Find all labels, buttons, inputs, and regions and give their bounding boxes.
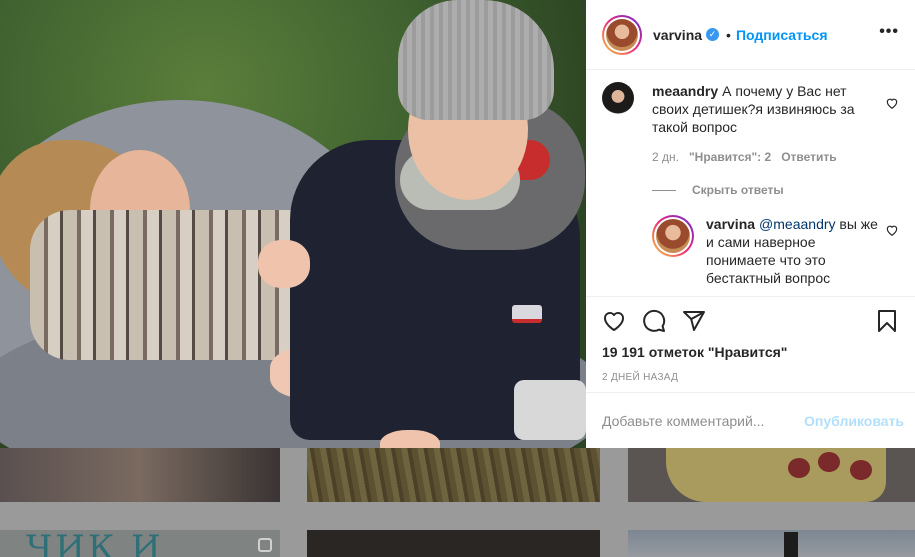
- comment-meta: 2 дн. "Нравится": 2 Ответить: [652, 150, 867, 164]
- post-date[interactable]: 2 ДНЕЙ НАЗАД: [586, 364, 915, 392]
- reply-button[interactable]: Ответить: [781, 150, 836, 164]
- berry-shape: [788, 458, 810, 478]
- small-heart-icon[interactable]: [885, 223, 899, 237]
- grid-post-1[interactable]: [0, 448, 280, 502]
- reply-mention[interactable]: @meaandry: [759, 216, 835, 232]
- hide-replies-label: Скрыть ответы: [692, 183, 784, 197]
- avatar-image: [606, 18, 638, 51]
- comment-text-block: meaandry А почему у Вас нет своих детишек…: [652, 82, 867, 136]
- grid-post-4[interactable]: ЧИК И: [0, 530, 280, 557]
- replies-divider-line: [652, 189, 676, 191]
- grid-post-2[interactable]: [307, 448, 600, 502]
- likes-count[interactable]: 19 191 отметок "Нравится": [586, 344, 915, 364]
- reply-username[interactable]: varvina: [706, 216, 755, 232]
- share-icon[interactable]: [682, 309, 706, 333]
- reply-item: varvina @meaandry вы же и сами наверное п…: [652, 215, 899, 287]
- carousel-icon: [258, 538, 272, 552]
- photo-child-hand-lower: [380, 430, 440, 448]
- reply-author-avatar[interactable]: [652, 215, 694, 257]
- grid-post-5[interactable]: [307, 530, 600, 557]
- tile-text: ЧИК И: [26, 530, 164, 557]
- comment-username[interactable]: meaandry: [652, 83, 718, 99]
- grid-post-6[interactable]: [628, 530, 915, 557]
- add-comment-bar: Опубликовать: [586, 392, 915, 448]
- comment-time[interactable]: 2 дн.: [652, 150, 679, 164]
- post-modal: varvina ✓ • Подписаться ••• meaandry А по…: [0, 0, 915, 448]
- comments-section: meaandry А почему у Вас нет своих детишек…: [586, 70, 915, 296]
- avatar-border: [654, 217, 692, 255]
- post-header: varvina ✓ • Подписаться •••: [586, 0, 915, 70]
- heart-icon[interactable]: [602, 309, 626, 333]
- photo-child-hand: [258, 240, 310, 288]
- verified-icon: ✓: [706, 28, 720, 41]
- grid-post-3[interactable]: [628, 448, 915, 502]
- photo-shoe: [514, 380, 586, 440]
- author-avatar[interactable]: [602, 14, 642, 55]
- publish-button[interactable]: Опубликовать: [804, 413, 904, 429]
- small-heart-icon[interactable]: [885, 96, 899, 110]
- follow-button[interactable]: Подписаться: [736, 27, 828, 43]
- separator-dot: •: [726, 26, 731, 43]
- reply-text-block: varvina @meaandry вы же и сами наверное п…: [706, 215, 886, 287]
- hide-replies-button[interactable]: Скрыть ответы: [652, 183, 899, 197]
- avatar-image: [656, 219, 690, 253]
- photo-knit-hat: [398, 0, 554, 120]
- post-actions-bar: [586, 296, 915, 344]
- post-side-panel: varvina ✓ • Подписаться ••• meaandry А по…: [586, 0, 915, 448]
- avatar-border: [604, 16, 640, 53]
- comment-item: meaandry А почему у Вас нет своих детишек…: [602, 82, 899, 164]
- author-username[interactable]: varvina: [653, 27, 702, 43]
- street-lamp-shape: [784, 532, 798, 557]
- comment-input[interactable]: [602, 412, 805, 429]
- post-photo[interactable]: [0, 0, 586, 448]
- comment-icon[interactable]: [642, 309, 666, 333]
- photo-jacket-logo: [512, 305, 542, 323]
- commenter-avatar[interactable]: [602, 82, 634, 114]
- berry-shape: [850, 460, 872, 480]
- bookmark-icon[interactable]: [875, 309, 899, 333]
- more-icon[interactable]: •••: [879, 23, 899, 47]
- berry-shape: [818, 452, 840, 472]
- comment-likes[interactable]: "Нравится": 2: [689, 150, 771, 164]
